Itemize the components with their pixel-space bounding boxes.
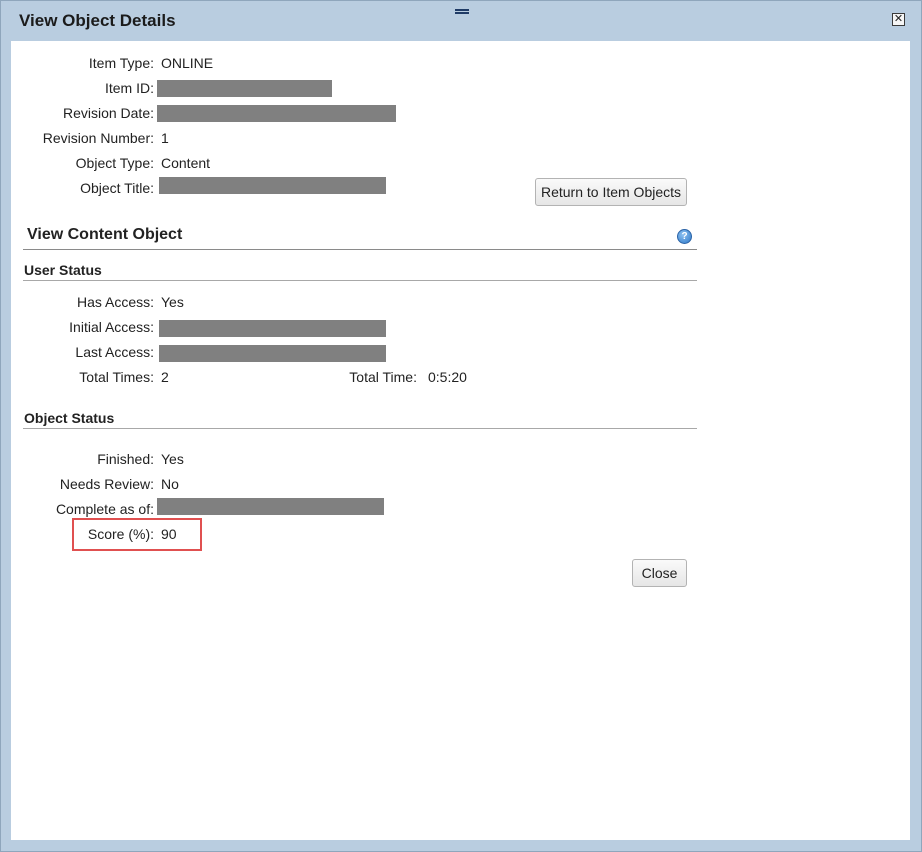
- section-divider: [23, 249, 697, 250]
- return-to-item-objects-button[interactable]: Return to Item Objects: [535, 178, 687, 206]
- complete-as-of-label: Complete as of:: [55, 501, 154, 517]
- view-object-details-dialog: View Object Details ✕ Item Type: ONLINE …: [0, 0, 922, 852]
- redacted-revision-date: [157, 105, 396, 122]
- object-type-label: Object Type:: [75, 155, 154, 171]
- revision-number-label: Revision Number:: [42, 130, 154, 146]
- needs-review-label: Needs Review:: [59, 476, 154, 492]
- last-access-row: Last Access:: [11, 344, 911, 364]
- initial-access-row: Initial Access:: [11, 319, 911, 339]
- object-type-row: Object Type: Content: [11, 155, 911, 175]
- finished-label: Finished:: [97, 451, 154, 467]
- drag-handle-icon[interactable]: [455, 9, 469, 16]
- dialog-title: View Object Details: [19, 11, 176, 30]
- user-status-title: User Status: [24, 262, 102, 278]
- redacted-initial-access: [159, 320, 386, 337]
- finished-row: Finished: Yes: [11, 451, 911, 471]
- initial-access-label: Initial Access:: [69, 319, 154, 335]
- section-title: View Content Object: [27, 226, 183, 243]
- revision-number-row: Revision Number: 1: [11, 130, 911, 150]
- close-button[interactable]: Close: [632, 559, 687, 587]
- redacted-item-id: [157, 80, 332, 97]
- object-type-value: Content: [161, 155, 211, 171]
- score-highlight-box: [72, 518, 202, 551]
- object-title-label: Object Title:: [80, 180, 154, 196]
- has-access-value: Yes: [161, 294, 184, 310]
- dialog-content: Item Type: ONLINE Item ID: Revision Date…: [11, 41, 910, 840]
- last-access-label: Last Access:: [75, 344, 154, 360]
- object-status-title: Object Status: [24, 410, 115, 426]
- finished-value: Yes: [161, 451, 184, 467]
- revision-number-value: 1: [161, 130, 169, 146]
- revision-date-row: Revision Date:: [11, 105, 911, 125]
- object-status-divider: [23, 428, 697, 429]
- item-type-label: Item Type:: [88, 55, 154, 71]
- has-access-label: Has Access:: [76, 294, 154, 310]
- redacted-last-access: [159, 345, 386, 362]
- revision-date-label: Revision Date:: [62, 105, 154, 121]
- item-id-label: Item ID:: [104, 80, 154, 96]
- help-icon[interactable]: ?: [677, 229, 692, 244]
- total-times-value: 2: [161, 369, 169, 385]
- needs-review-row: Needs Review: No: [11, 476, 911, 496]
- total-time-label: Total Time:: [349, 369, 417, 385]
- close-icon[interactable]: ✕: [892, 13, 905, 26]
- dialog-title-bar[interactable]: View Object Details ✕: [1, 1, 921, 41]
- redacted-object-title: [159, 177, 386, 194]
- item-type-value: ONLINE: [161, 55, 214, 71]
- user-status-divider: [23, 280, 697, 281]
- total-time-value: 0:5:20: [428, 369, 467, 385]
- object-title-row: Object Title:: [11, 177, 911, 200]
- needs-review-value: No: [161, 476, 179, 492]
- item-id-row: Item ID:: [11, 80, 911, 100]
- total-times-row: Total Times: 2 Total Time: 0:5:20: [11, 369, 911, 389]
- has-access-row: Has Access: Yes: [11, 294, 911, 314]
- total-times-label: Total Times:: [79, 369, 154, 385]
- item-type-row: Item Type: ONLINE: [11, 55, 911, 75]
- redacted-complete-as-of: [157, 498, 384, 515]
